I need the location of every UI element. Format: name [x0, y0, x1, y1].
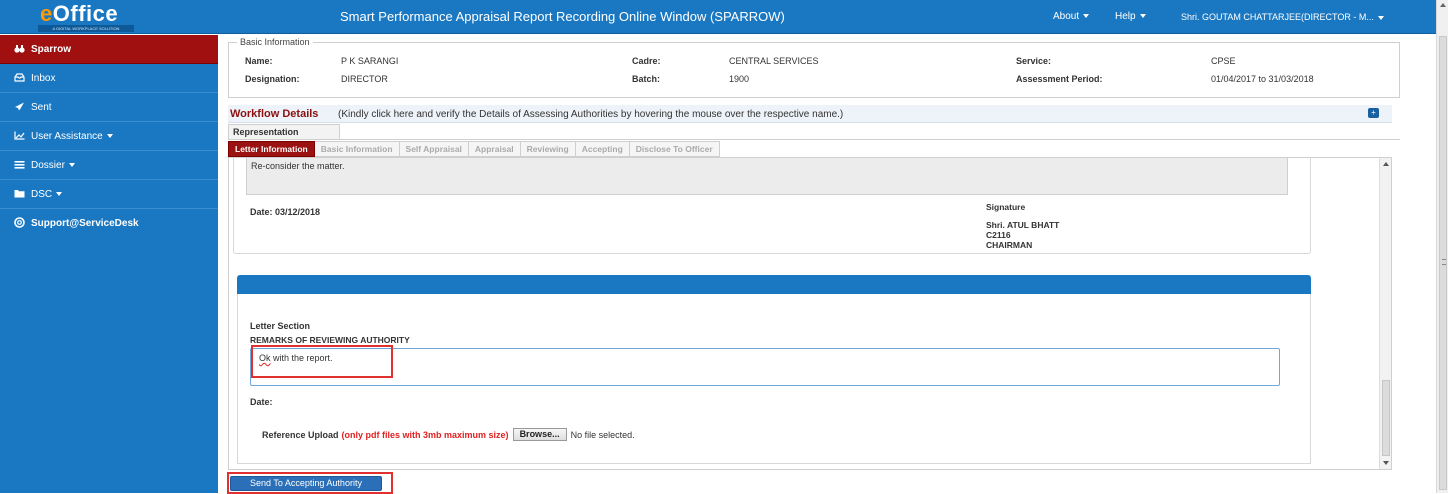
workflow-details-bar[interactable]: Workflow Details (Kindly click here and … [228, 105, 1392, 123]
designation-value: DIRECTOR [341, 74, 388, 84]
upload-size-note: (only pdf files with 3mb maximum size) [341, 429, 509, 440]
assessment-period-label: Assessment Period: [1016, 74, 1103, 84]
user-name: Shri. GOUTAM CHATTARJEE(DIRECTOR - M... [1181, 12, 1374, 22]
binoculars-icon [14, 44, 28, 55]
workflow-title[interactable]: Workflow Details [230, 108, 318, 120]
letter-date: Date: 03/12/2018 [250, 207, 321, 217]
sidebar-item-sparrow[interactable]: Sparrow [0, 35, 218, 64]
plus-icon[interactable]: + [1368, 108, 1379, 118]
chevron-down-icon [68, 163, 75, 167]
batch-label: Batch: [632, 74, 661, 84]
tab-appraisal[interactable]: Appraisal [468, 141, 521, 157]
help-menu[interactable]: Help [1115, 11, 1146, 22]
highlight-box-send [227, 472, 393, 494]
logo-tagline: A DIGITAL WORKPLACE SOLUTION [38, 24, 134, 32]
reference-upload-row: Reference Upload (only pdf files with 3m… [262, 428, 635, 441]
page-scrollbar[interactable] [1436, 0, 1448, 493]
scroll-down-icon[interactable] [1383, 461, 1389, 465]
sidebar-item-label: Sparrow [31, 43, 72, 55]
batch-value: 1900 [729, 74, 750, 84]
chevron-down-icon [1377, 15, 1384, 20]
grip-icon [1442, 259, 1446, 265]
sidebar-item-label: Inbox [31, 72, 56, 84]
name-label: Name: [245, 56, 273, 66]
inbox-icon [14, 72, 28, 84]
sidebar-item-dossier[interactable]: Dossier [0, 151, 218, 180]
lifebuoy-icon [14, 217, 28, 230]
basic-info-legend: Basic Information [237, 37, 313, 47]
list-icon [14, 160, 28, 171]
sidebar-item-sent[interactable]: Sent [0, 93, 218, 122]
folder-icon [14, 189, 28, 200]
sidebar-item-support[interactable]: Support@ServiceDesk [0, 209, 218, 238]
cadre-label: Cadre: [632, 56, 661, 66]
main-content: Basic Information Name: P K SARANGI Desi… [218, 35, 1436, 494]
chevron-down-icon [1139, 14, 1146, 19]
divider [228, 139, 1400, 140]
logo-text: eOffice [40, 0, 119, 26]
signer-code: C2116 [986, 230, 1011, 240]
previous-remarks-textarea: Re-consider the matter. [246, 158, 1288, 195]
signer-name: Shri. ATUL BHATT [986, 220, 1060, 230]
chevron-down-icon [1083, 14, 1090, 19]
eoffice-logo[interactable]: eOffice A DIGITAL WORKPLACE SOLUTION [0, 0, 150, 34]
sidebar-item-inbox[interactable]: Inbox [0, 64, 218, 93]
tab-accepting[interactable]: Accepting [575, 141, 630, 157]
sidebar-item-label: Support@ServiceDesk [31, 218, 139, 229]
letter-section-title: Letter Section [250, 321, 311, 331]
remarks-heading: REMARKS OF REVIEWING AUTHORITY [250, 335, 410, 345]
letter-section-header-bar [237, 275, 1311, 294]
service-label: Service: [1016, 56, 1052, 66]
tab-reviewing[interactable]: Reviewing [520, 141, 576, 157]
remarks-textarea[interactable]: Ok with the report. [250, 348, 1280, 386]
app-title: Smart Performance Appraisal Report Recor… [340, 9, 785, 24]
no-file-text: No file selected. [570, 429, 635, 440]
sidebar-item-label: Sent [31, 101, 52, 113]
service-value: CPSE [1211, 56, 1236, 66]
scroll-up-icon[interactable] [1383, 162, 1389, 166]
signature-label: Signature [986, 202, 1026, 212]
previous-letter-panel: Re-consider the matter. Date: 03/12/2018… [233, 158, 1311, 254]
chart-icon [14, 131, 28, 142]
basic-information-panel: Basic Information Name: P K SARANGI Desi… [228, 37, 1400, 98]
sidebar-item-user-assistance[interactable]: User Assistance [0, 122, 218, 151]
top-header-bar: eOffice A DIGITAL WORKPLACE SOLUTION Sma… [0, 0, 1436, 34]
workflow-hint: (Kindly click here and verify the Detail… [338, 109, 844, 120]
sidebar: Sparrow Inbox Sent User Assistance Dossi… [0, 35, 218, 493]
tab-disclose-to-officer[interactable]: Disclose To Officer [629, 141, 720, 157]
chevron-down-icon [56, 192, 63, 196]
page-scroll-thumb[interactable] [1439, 36, 1447, 490]
letter-scroll-area[interactable]: Re-consider the matter. Date: 03/12/2018… [228, 157, 1392, 470]
letter-tabs: Letter Information Basic Information Sel… [228, 141, 720, 157]
paper-plane-icon [14, 102, 28, 113]
sidebar-item-dsc[interactable]: DSC [0, 180, 218, 209]
designation-label: Designation: [245, 74, 300, 84]
assessment-period-value: 01/04/2017 to 31/03/2018 [1211, 74, 1314, 84]
letter-scrollbar[interactable] [1379, 158, 1391, 469]
sidebar-item-label: DSC [31, 188, 53, 200]
tab-basic-information[interactable]: Basic Information [314, 141, 400, 157]
cadre-value: CENTRAL SERVICES [729, 56, 819, 66]
signer-role: CHAIRMAN [986, 240, 1033, 250]
reference-upload-label: Reference Upload [262, 429, 339, 440]
browse-button[interactable]: Browse... [512, 428, 567, 441]
letter-section-panel: Letter Section REMARKS OF REVIEWING AUTH… [237, 294, 1311, 464]
date-label: Date: [250, 397, 273, 407]
help-menu-label: Help [1115, 11, 1136, 22]
sidebar-item-label: User Assistance [31, 130, 103, 142]
tab-representation[interactable]: Representation [228, 124, 340, 139]
about-menu-label: About [1053, 11, 1080, 22]
user-menu[interactable]: Shri. GOUTAM CHATTARJEE(DIRECTOR - M... [1181, 12, 1384, 22]
sidebar-item-label: Dossier [31, 159, 65, 171]
tab-self-appraisal[interactable]: Self Appraisal [399, 141, 469, 157]
about-menu[interactable]: About [1053, 11, 1090, 22]
chevron-down-icon [106, 134, 113, 138]
scroll-up-icon[interactable] [1440, 3, 1446, 7]
tab-letter-information[interactable]: Letter Information [228, 141, 315, 157]
highlight-box-remarks [251, 345, 393, 378]
name-value: P K SARANGI [341, 56, 399, 66]
letter-scroll-thumb[interactable] [1382, 380, 1390, 456]
